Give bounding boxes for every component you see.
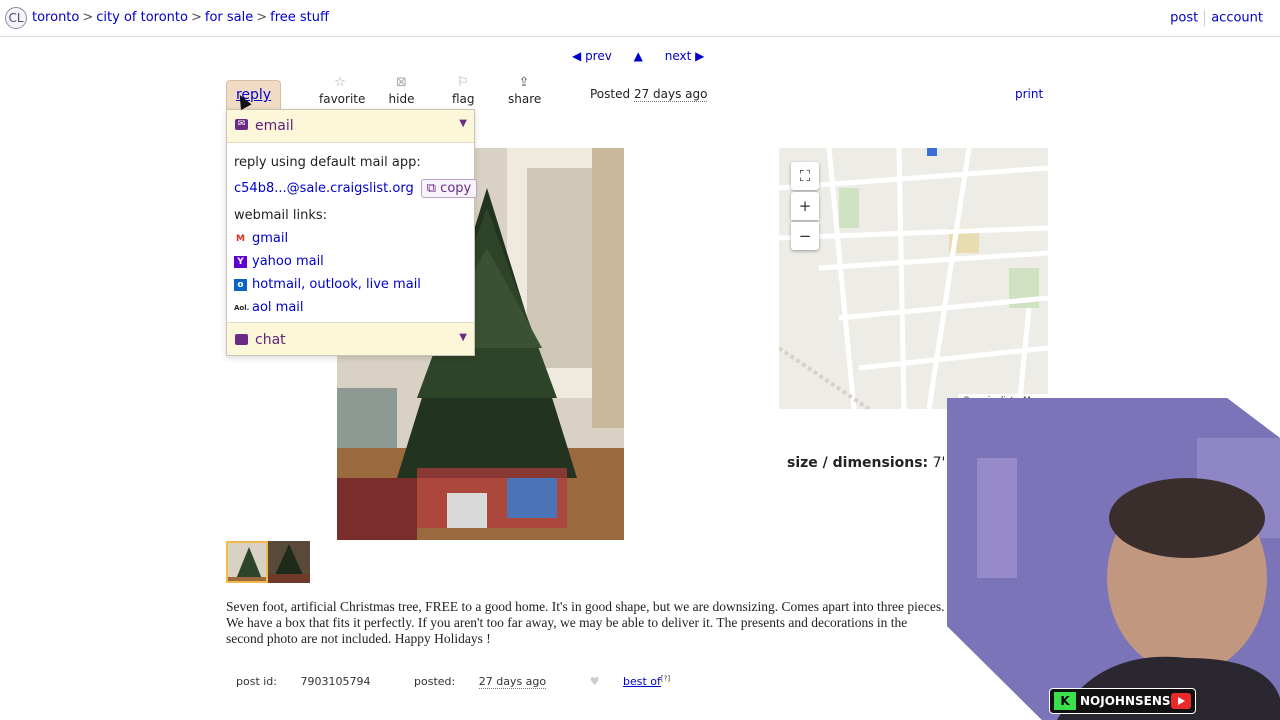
youtube-logo-icon	[1171, 693, 1191, 709]
envelope-icon: ✉	[235, 119, 248, 130]
fullscreen-icon: ⛶	[799, 167, 811, 185]
minus-icon: −	[798, 227, 812, 245]
posting-pager: ◀ prev ▲ next ▶	[572, 49, 704, 63]
share-button[interactable]: ⇪ share	[508, 75, 542, 107]
top-bar: CL toronto > city of toronto > for sale > free…	[0, 0, 1280, 37]
breadcrumb-free-stuff[interactable]: free stuff	[270, 10, 329, 25]
posted-label: posted:	[414, 674, 456, 688]
share-label: share	[508, 92, 542, 106]
flag-label: flag	[452, 92, 475, 106]
copy-icon: ⧉	[426, 180, 437, 196]
breadcrumb-separator: >	[190, 10, 202, 25]
webmail-aol[interactable]: Aol. aol mail	[234, 296, 467, 319]
star-icon: ☆	[334, 75, 346, 90]
posted-info: posted: 27 days ago	[414, 674, 566, 689]
channel-name: NOJOHNSENSE	[1080, 694, 1179, 708]
gmail-icon: M	[236, 233, 245, 244]
best-of-link[interactable]: best of	[623, 675, 661, 688]
hide-icon: ⊠	[396, 75, 407, 90]
aol-icon: Aol.	[234, 303, 250, 312]
thumbnail-2[interactable]	[268, 541, 310, 583]
thumbnail-image	[268, 541, 310, 583]
webmail-gmail[interactable]: M gmail	[234, 227, 467, 250]
attribute-label: size / dimensions:	[787, 455, 929, 471]
next-link[interactable]: next ▶	[665, 49, 705, 63]
prev-link[interactable]: ◀ prev	[572, 49, 612, 63]
flag-button[interactable]: ⚐ flag	[452, 75, 475, 107]
prev-label: prev	[585, 49, 612, 63]
zoom-out-button[interactable]: −	[791, 222, 819, 250]
account-links: post account	[1170, 10, 1263, 26]
zoom-in-button[interactable]: +	[791, 192, 819, 220]
outlook-icon: o	[234, 278, 247, 291]
webcam-image	[947, 398, 1280, 720]
up-link[interactable]: ▲	[634, 49, 643, 63]
posting-body: Seven foot, artificial Christmas tree, F…	[226, 599, 945, 646]
chat-label: chat	[255, 332, 286, 348]
post-link[interactable]: post	[1170, 11, 1198, 26]
breadcrumb-city-of-toronto[interactable]: city of toronto	[96, 10, 188, 25]
next-label: next	[664, 49, 692, 63]
aol-link: aol mail	[252, 300, 304, 315]
yahoo-icon: Y	[234, 255, 247, 268]
caret-down-icon: ▼	[459, 118, 467, 129]
breadcrumb: toronto > city of toronto > for sale > free st…	[32, 10, 329, 25]
plus-icon: +	[798, 197, 812, 215]
webmail-outlook[interactable]: o hotmail, outlook, live mail	[234, 273, 467, 296]
reply-dropdown: ✉ email ▼ reply using default mail app: …	[226, 109, 478, 356]
copy-button[interactable]: ⧉ copy	[420, 178, 478, 198]
thumbnail-1[interactable]	[226, 541, 268, 583]
gmail-link: gmail	[252, 231, 289, 246]
kick-logo-icon: K	[1054, 692, 1076, 710]
breadcrumb-separator: >	[82, 10, 94, 25]
hide-button[interactable]: ⊠ hide	[388, 75, 415, 107]
chat-bubble-icon	[235, 334, 248, 345]
best-of-help[interactable]: [?]	[661, 674, 670, 682]
print-link[interactable]: print	[1015, 87, 1043, 101]
posted-prefix: Posted	[590, 87, 631, 101]
reply-button[interactable]: reply	[226, 80, 281, 110]
post-info: post id: 7903105794 posted: 27 days ago …	[236, 674, 690, 689]
favorite-label: favorite	[319, 92, 366, 106]
reply-address-row: c54b8...@sale.craigslist.org ⧉ copy	[234, 174, 478, 202]
post-id: post id: 7903105794	[236, 675, 391, 688]
posted-date: Posted 27 days ago	[590, 87, 708, 102]
email-section-header[interactable]: ✉ email ▼	[227, 110, 474, 143]
copy-label: copy	[440, 180, 472, 196]
flag-icon: ⚐	[457, 75, 469, 90]
outlook-link: hotmail, outlook, live mail	[252, 277, 421, 292]
email-label: email	[255, 118, 294, 134]
email-section-body: reply using default mail app: c54b8...@s…	[227, 143, 478, 319]
caret-down-icon: ▼	[459, 332, 467, 343]
map-tiles	[779, 148, 1048, 409]
hide-label: hide	[388, 92, 415, 106]
breadcrumb-toronto[interactable]: toronto	[32, 10, 79, 25]
channel-badge: K NOJOHNSENSE	[1049, 688, 1196, 714]
location-map[interactable]: ⛶ + − © craigslist - Map	[779, 148, 1048, 409]
reply-email-address[interactable]: c54b8...@sale.craigslist.org	[234, 181, 414, 196]
webmail-title: webmail links:	[234, 208, 328, 223]
chat-section-header[interactable]: chat ▼	[227, 322, 474, 355]
heart-icon: ♥	[589, 674, 600, 688]
webmail-yahoo[interactable]: Y yahoo mail	[234, 250, 467, 273]
breadcrumb-for-sale[interactable]: for sale	[205, 10, 253, 25]
fullscreen-button[interactable]: ⛶	[791, 162, 819, 190]
yahoo-link: yahoo mail	[252, 254, 324, 269]
divider	[1204, 10, 1206, 26]
favorite-button[interactable]: ☆ favorite	[319, 75, 365, 107]
webcam-overlay	[947, 398, 1280, 720]
post-id-value: 7903105794	[300, 674, 371, 688]
thumbnail-image	[228, 543, 266, 581]
posted-info-time: 27 days ago	[478, 674, 547, 689]
share-icon: ⇪	[518, 75, 530, 90]
triangle-right-icon: ▶	[695, 49, 705, 63]
breadcrumb-separator: >	[256, 10, 268, 25]
default-app-text: reply using default mail app:	[234, 155, 421, 170]
craigslist-logo[interactable]: CL	[5, 7, 27, 29]
best-of[interactable]: ♥ best of[?]	[589, 674, 670, 688]
post-id-label: post id:	[236, 674, 277, 688]
triangle-left-icon: ◀	[572, 49, 582, 63]
account-link[interactable]: account	[1211, 11, 1263, 26]
posted-time: 27 days ago	[633, 87, 708, 102]
